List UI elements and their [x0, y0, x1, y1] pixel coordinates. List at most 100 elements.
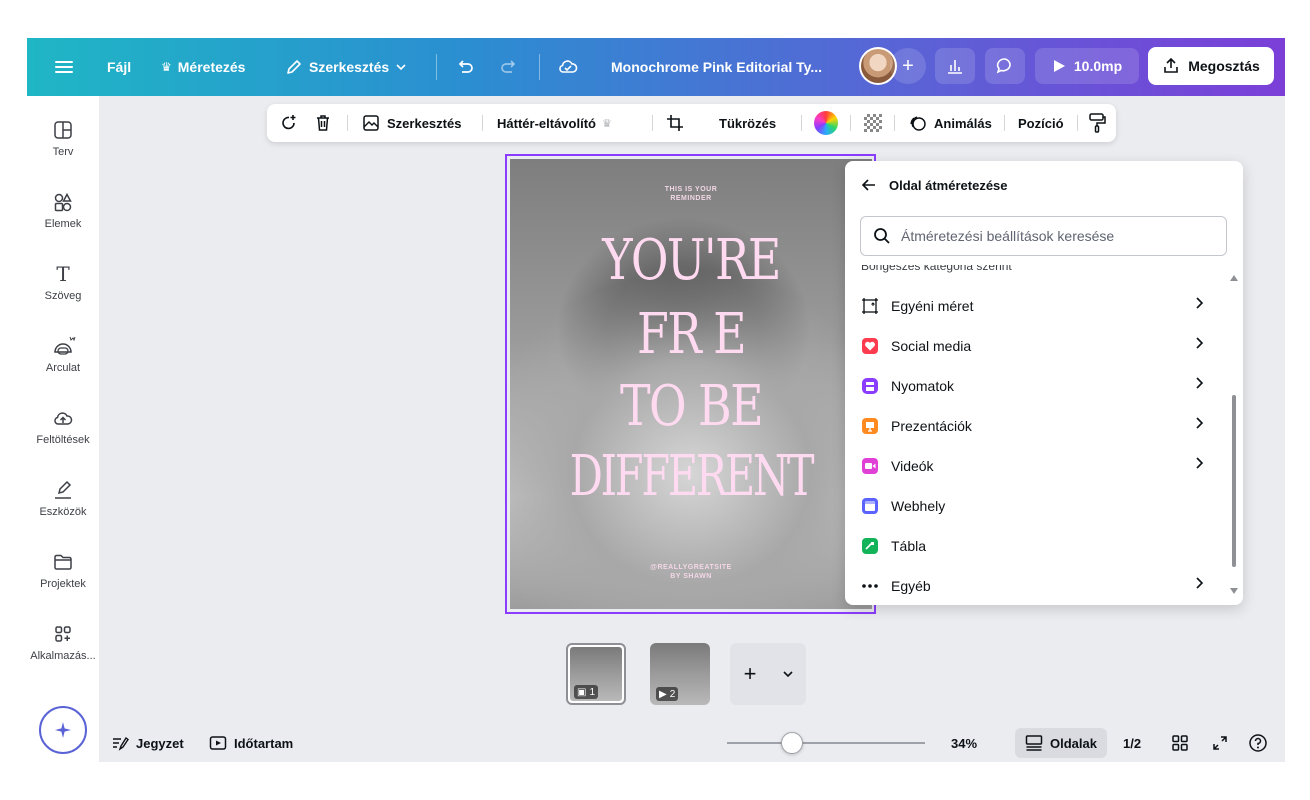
resize-option-presentations[interactable]: Prezentációk — [861, 406, 1206, 446]
duration-label: 10.0mp — [1073, 58, 1123, 74]
resize-option-prints[interactable]: Nyomatok — [861, 366, 1206, 406]
pages-button[interactable]: Oldalak — [1015, 728, 1107, 758]
sidebar-item-text[interactable]: T Szöveg — [27, 262, 99, 302]
grid-view-button[interactable] — [1171, 724, 1189, 762]
resize-option-custom-size[interactable]: Egyéni méret — [861, 286, 1206, 326]
play-icon — [1052, 59, 1066, 73]
flip-button[interactable]: Tükrözés — [719, 104, 776, 142]
pages-icon — [1025, 734, 1043, 752]
help-button[interactable] — [1248, 724, 1268, 762]
file-menu-button[interactable]: Fájl — [107, 49, 131, 85]
option-label: Nyomatok — [891, 378, 955, 394]
scrollbar-thumb[interactable] — [1232, 395, 1236, 567]
comments-button[interactable] — [985, 48, 1025, 84]
redo-button[interactable] — [499, 49, 519, 85]
resize-option-social-media[interactable]: Social media — [861, 326, 1206, 366]
flip-label: Tükrözés — [719, 115, 777, 131]
zoom-slider-handle[interactable] — [781, 732, 803, 754]
present-button[interactable]: 10.0mp — [1035, 48, 1139, 84]
fullscreen-button[interactable] — [1211, 724, 1229, 762]
option-label: Egyéni méret — [891, 298, 974, 314]
timing-button[interactable]: Időtartam — [209, 724, 293, 762]
crown-icon: ♛ — [161, 60, 172, 74]
sidebar-item-label: Arculat — [45, 362, 81, 374]
scroll-down-arrow-icon[interactable] — [1230, 587, 1238, 595]
add-page-button[interactable]: + — [730, 661, 770, 687]
animate-button[interactable]: Animálás — [908, 104, 992, 142]
add-page-options-button[interactable] — [770, 668, 806, 680]
insights-button[interactable] — [935, 48, 975, 84]
sparkle-icon — [52, 719, 74, 741]
back-arrow-icon[interactable] — [861, 177, 877, 193]
paint-roller-icon — [1087, 112, 1107, 134]
copy-style-button[interactable] — [1087, 104, 1107, 142]
search-placeholder: Átméretezési beállítások keresése — [901, 228, 1115, 244]
option-label: Webhely — [891, 498, 946, 514]
headline-line-4: DIFFERENT — [569, 444, 815, 509]
notes-button[interactable]: Jegyzet — [111, 724, 184, 762]
sidebar-item-projects[interactable]: Projektek — [27, 550, 99, 590]
scroll-up-arrow-icon[interactable] — [1230, 274, 1238, 282]
save-status-button[interactable] — [557, 49, 579, 85]
design-page[interactable]: THIS IS YOUR REMINDER YOU'RE FR E TO BE … — [510, 159, 872, 609]
chevron-right-icon — [1192, 576, 1206, 590]
background-remover-button[interactable]: Háttér-eltávolító ♛ — [497, 104, 612, 142]
help-icon — [1248, 733, 1268, 753]
notes-icon — [111, 734, 129, 752]
share-button[interactable]: Megosztás — [1148, 47, 1274, 85]
comment-icon — [995, 56, 1015, 76]
heart-icon — [861, 337, 879, 355]
divider — [894, 115, 895, 131]
page-count-label: 1/2 — [1123, 735, 1142, 751]
position-button[interactable]: Pozíció — [1018, 104, 1064, 142]
color-button[interactable] — [814, 104, 838, 142]
whiteboard-icon — [861, 537, 879, 555]
sidebar-item-label: Feltöltések — [36, 434, 90, 446]
chevron-down-icon — [395, 61, 407, 73]
sidebar-item-apps[interactable]: Alkalmazás... — [27, 622, 99, 662]
divider — [850, 115, 851, 131]
transparency-button[interactable] — [864, 104, 882, 142]
crop-button[interactable] — [665, 104, 685, 142]
site-line-1: @REALLYGREATSITE — [650, 564, 732, 571]
reminder-line-2: REMINDER — [670, 195, 712, 202]
divider — [652, 115, 653, 131]
sidebar-item-elements[interactable]: Elemek — [27, 190, 99, 230]
resize-option-whiteboard[interactable]: Tábla — [861, 526, 1206, 566]
panel-title: Oldal átméretezése — [889, 177, 1008, 193]
resize-button[interactable]: ♛ Méretezés — [161, 49, 245, 85]
resize-option-videos[interactable]: Videók — [861, 446, 1206, 486]
sidebar-item-brand[interactable]: Arculat — [27, 334, 99, 374]
replace-button[interactable] — [279, 104, 299, 142]
background-remover-label: Háttér-eltávolító — [497, 115, 596, 131]
sidebar-item-design[interactable]: Terv — [27, 118, 99, 158]
sidebar-item-uploads[interactable]: Feltöltések — [27, 406, 99, 446]
zoom-slider-track[interactable] — [727, 742, 925, 744]
resize-option-more[interactable]: Egyéb — [861, 566, 1206, 606]
page-thumbnail-2[interactable]: ▶ 2 — [650, 643, 710, 705]
brand-icon — [51, 334, 76, 358]
pages-label: Oldalak — [1050, 735, 1097, 751]
video-icon — [861, 457, 879, 475]
page-thumbnail-1[interactable]: ▣ 1 — [566, 643, 626, 705]
delete-button[interactable] — [313, 104, 333, 142]
folder-icon — [51, 550, 75, 574]
position-label: Pozíció — [1018, 115, 1064, 131]
cloud-check-icon — [557, 57, 579, 77]
zoom-level[interactable]: 34% — [951, 724, 977, 762]
chevron-right-icon — [1192, 376, 1206, 390]
menu-icon[interactable] — [55, 49, 75, 85]
sidebar-item-label: Eszközök — [39, 506, 87, 518]
option-label: Tábla — [891, 538, 927, 554]
undo-button[interactable] — [455, 49, 475, 85]
magic-assistant-button[interactable] — [39, 706, 87, 754]
resize-option-website[interactable]: Webhely — [861, 486, 1206, 526]
add-collaborator-button[interactable]: + — [890, 48, 926, 84]
sidebar-item-tools[interactable]: Eszközök — [27, 478, 99, 518]
resize-search-input[interactable]: Átméretezési beállítások keresése — [860, 216, 1227, 256]
edit-mode-dropdown[interactable]: Szerkesztés — [285, 49, 407, 85]
canva-editor-window: Fájl ♛ Méretezés Szerkesztés Monochrome … — [27, 38, 1285, 762]
edit-image-button[interactable]: Szerkesztés — [361, 104, 461, 142]
layout-icon — [51, 118, 75, 142]
document-title[interactable]: Monochrome Pink Editorial Ty... — [611, 49, 822, 85]
